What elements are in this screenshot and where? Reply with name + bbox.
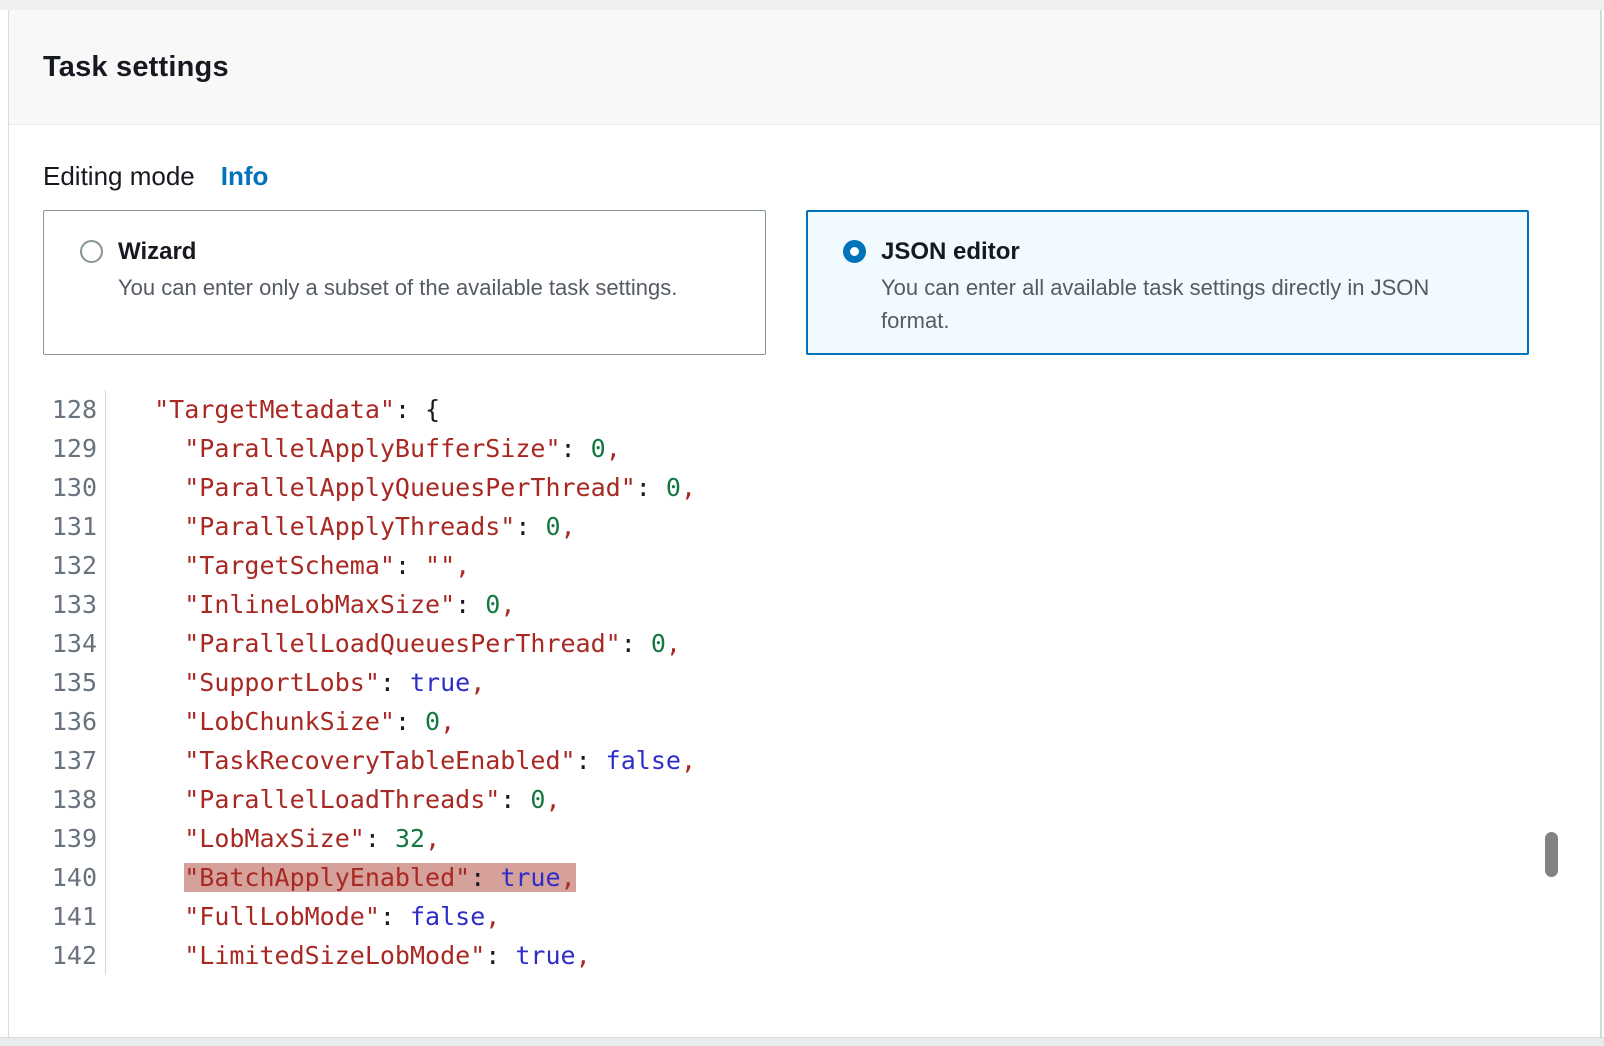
line-number: 129 [9, 429, 106, 468]
code-line-141: 141 "FullLobMode": false, [9, 897, 1600, 936]
line-number: 142 [9, 936, 106, 975]
json-editor-option-title: JSON editor [881, 235, 1481, 268]
info-link[interactable]: Info [221, 161, 269, 192]
code-line-142: 142 "LimitedSizeLobMode": true, [9, 936, 1600, 975]
line-number: 131 [9, 507, 106, 546]
code-line-130: 130 "ParallelApplyQueuesPerThread": 0, [9, 468, 1600, 507]
line-number: 133 [9, 585, 106, 624]
line-number: 130 [9, 468, 106, 507]
line-number: 141 [9, 897, 106, 936]
editing-mode-options: Wizard You can enter only a subset of th… [43, 210, 1600, 355]
editing-mode-row: Editing mode Info [43, 161, 1600, 192]
code-line-137: 137 "TaskRecoveryTableEnabled": false, [9, 741, 1600, 780]
page-top-strip [0, 0, 1604, 10]
editing-mode-label: Editing mode [43, 161, 195, 192]
code-line-138: 138 "ParallelLoadThreads": 0, [9, 780, 1600, 819]
wizard-option-card[interactable]: Wizard You can enter only a subset of th… [43, 210, 766, 355]
line-number: 139 [9, 819, 106, 858]
code-line-129: 129 "ParallelApplyBufferSize": 0, [9, 429, 1600, 468]
line-number: 136 [9, 702, 106, 741]
wizard-option-title: Wizard [118, 235, 677, 268]
panel-header: Task settings [9, 10, 1600, 125]
page-bottom-strip [0, 1037, 1604, 1046]
line-number: 132 [9, 546, 106, 585]
code-line-131: 131 "ParallelApplyThreads": 0, [9, 507, 1600, 546]
vertical-scrollbar-thumb[interactable] [1545, 832, 1558, 877]
code-line-132: 132 "TargetSchema": "", [9, 546, 1600, 585]
code-line-133: 133 "InlineLobMaxSize": 0, [9, 585, 1600, 624]
json-editor-radio[interactable] [843, 240, 866, 263]
line-number: 137 [9, 741, 106, 780]
json-editor-option-card[interactable]: JSON editor You can enter all available … [806, 210, 1529, 355]
line-number: 134 [9, 624, 106, 663]
code-line-135: 135 "SupportLobs": true, [9, 663, 1600, 702]
line-number: 138 [9, 780, 106, 819]
wizard-radio[interactable] [80, 240, 103, 263]
task-settings-panel: Task settings Editing mode Info Wizard Y… [8, 10, 1602, 1037]
line-number: 135 [9, 663, 106, 702]
json-code-editor[interactable]: 128 "TargetMetadata": {129 "ParallelAppl… [9, 390, 1600, 975]
code-line-136: 136 "LobChunkSize": 0, [9, 702, 1600, 741]
wizard-option-description: You can enter only a subset of the avail… [118, 271, 677, 304]
code-line-128: 128 "TargetMetadata": { [9, 390, 1600, 429]
code-line-139: 139 "LobMaxSize": 32, [9, 819, 1600, 858]
page-title: Task settings [43, 51, 229, 84]
code-line-134: 134 "ParallelLoadQueuesPerThread": 0, [9, 624, 1600, 663]
highlighted-token: "BatchApplyEnabled": true, [184, 863, 575, 892]
json-editor-option-description: You can enter all available task setting… [881, 271, 1481, 337]
line-number: 140 [9, 858, 106, 897]
code-line-140: 140 "BatchApplyEnabled": true, [9, 858, 1600, 897]
line-number: 128 [9, 390, 106, 429]
